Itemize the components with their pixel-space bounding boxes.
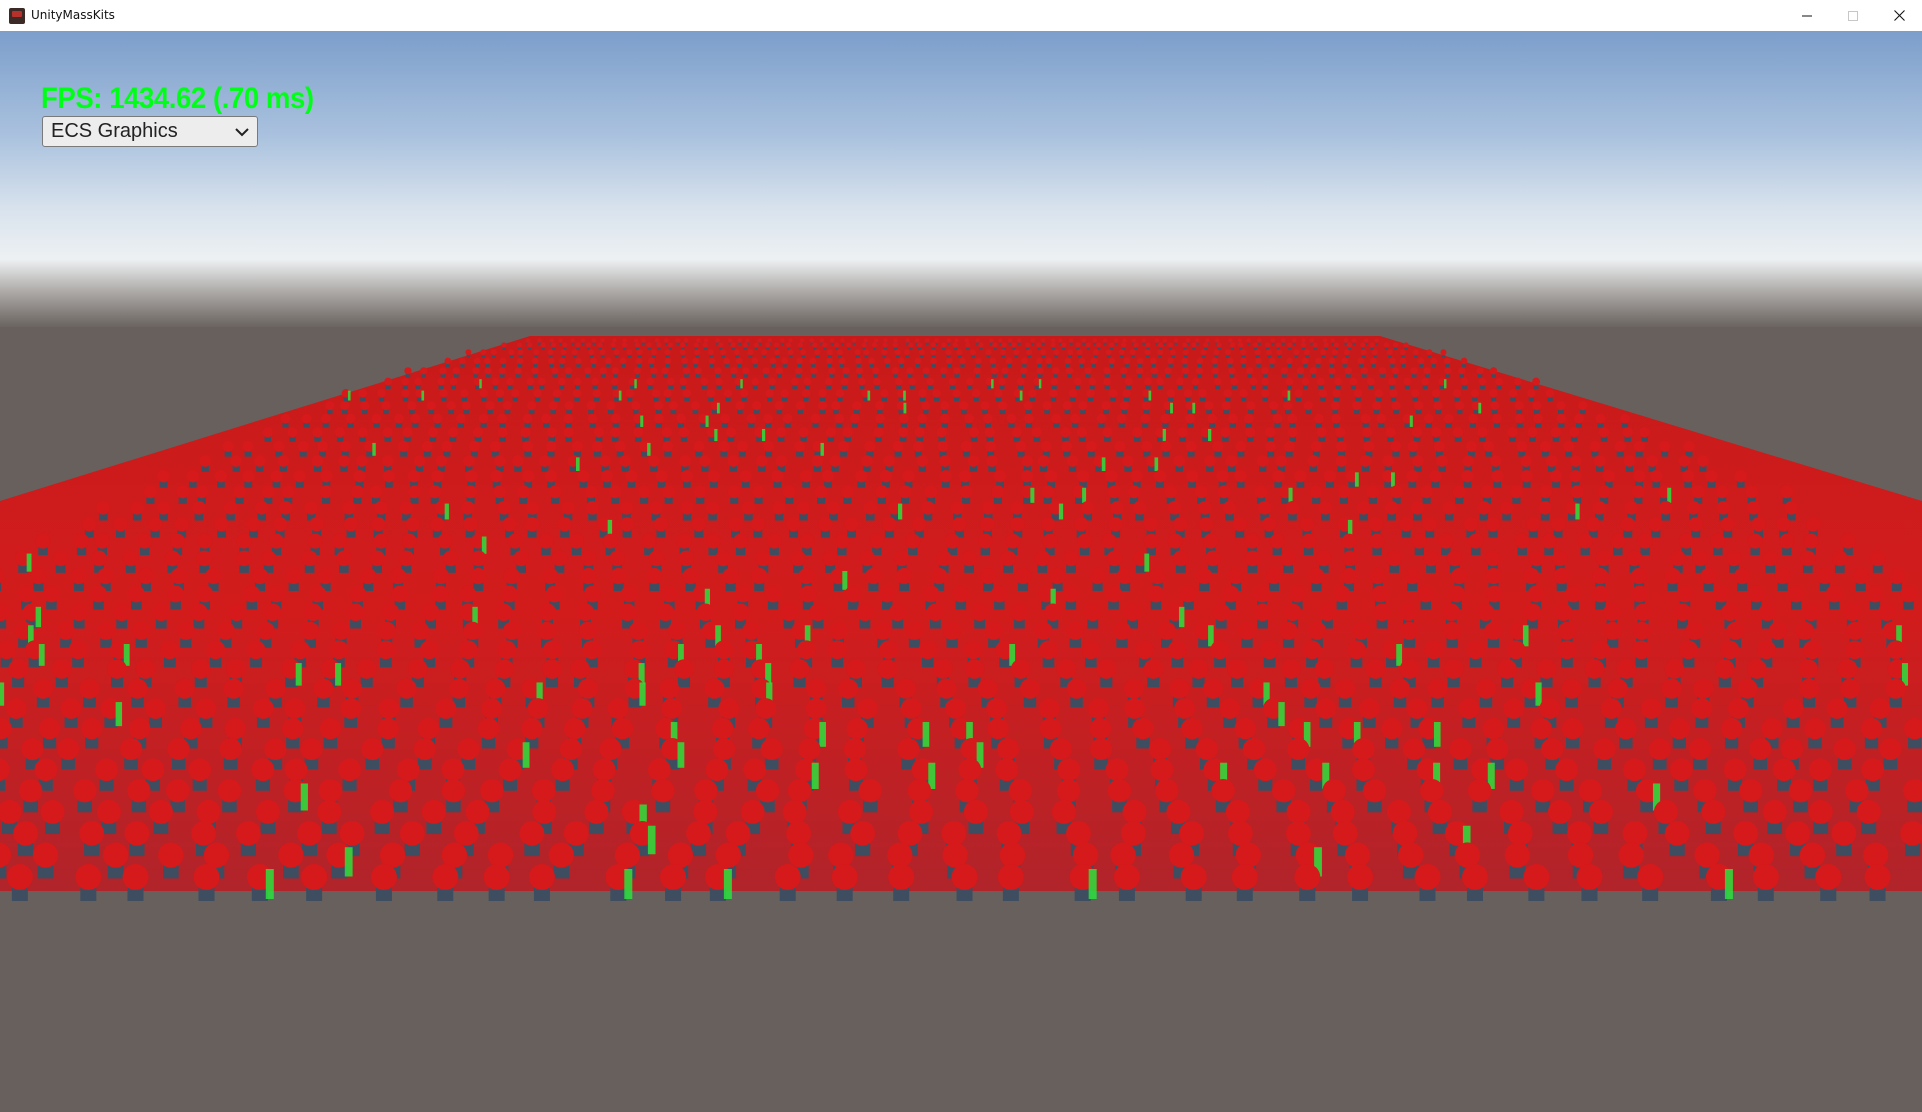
title-bar[interactable]: UnityMassKits xyxy=(0,0,1922,32)
render-mode-dropdown[interactable]: ECS Graphics xyxy=(42,116,258,147)
maximize-icon xyxy=(1848,10,1858,21)
close-icon xyxy=(1893,10,1905,21)
minimize-icon xyxy=(1802,15,1812,16)
close-button[interactable] xyxy=(1876,0,1922,31)
render-mode-value: ECS Graphics xyxy=(51,120,178,142)
sky xyxy=(0,31,1922,261)
game-viewport[interactable]: FPS: 1434.62 (.70 ms) ECS Graphics xyxy=(0,31,1922,1112)
maximize-button[interactable] xyxy=(1830,0,1876,31)
scene-render xyxy=(0,31,1922,1112)
unity-player-icon xyxy=(9,8,25,24)
chevron-down-icon xyxy=(235,128,249,137)
crowd-unit xyxy=(0,681,5,706)
window-title: UnityMassKits xyxy=(31,8,115,22)
minimize-button[interactable] xyxy=(1784,0,1830,31)
fps-counter: FPS: 1434.62 (.70 ms) xyxy=(41,82,314,115)
horizon-haze xyxy=(0,259,1922,329)
app-window: UnityMassKits FPS: 1434.62 (.70 ms) ECS … xyxy=(0,0,1922,1112)
